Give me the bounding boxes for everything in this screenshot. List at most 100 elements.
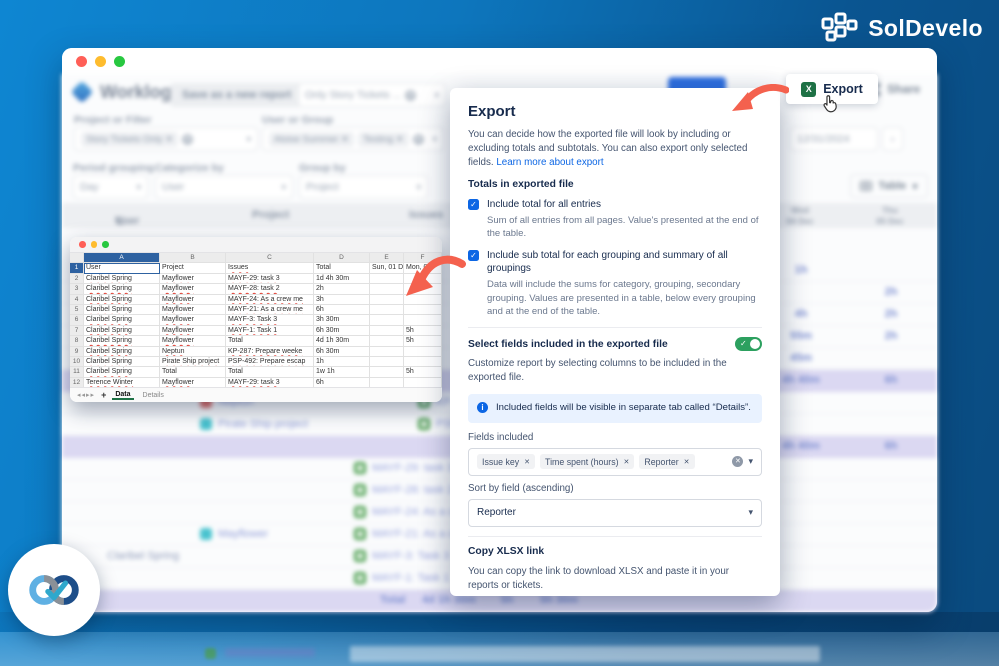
project-filter-select[interactable]: Story Tickets Only ✕ ✕ ▾: [74, 127, 258, 151]
spreadsheet-cell[interactable]: 8: [70, 336, 84, 346]
field-tag[interactable]: Reporter✕: [639, 454, 694, 469]
spreadsheet-cell[interactable]: 11: [70, 367, 84, 377]
sort-field-select[interactable]: Reporter ▾: [468, 499, 762, 527]
spreadsheet-cell[interactable]: Issues: [226, 263, 314, 273]
spreadsheet-cell[interactable]: Claribel Spring: [84, 336, 160, 346]
spreadsheet-cell[interactable]: 4d 1h 30m: [314, 336, 370, 346]
spreadsheet-cell[interactable]: User: [84, 263, 160, 273]
spreadsheet-cell[interactable]: 5: [70, 305, 84, 315]
clear-icon[interactable]: ✕: [405, 90, 416, 101]
minimize-button[interactable]: [91, 241, 98, 248]
zoom-button[interactable]: [102, 241, 109, 248]
spreadsheet-cell[interactable]: Total: [226, 336, 314, 346]
spreadsheet-cell[interactable]: MAYF-1: Task 1: [226, 326, 314, 336]
spreadsheet-cell[interactable]: [370, 295, 404, 305]
include-total-checkbox[interactable]: [468, 199, 479, 210]
field-tag[interactable]: Time spent (hours)✕: [540, 454, 634, 469]
field-tag[interactable]: Issue key✕: [477, 454, 535, 469]
spreadsheet-cell[interactable]: 3: [70, 284, 84, 294]
spreadsheet-cell[interactable]: Total: [226, 367, 314, 377]
spreadsheet-cell[interactable]: MAYF-24: As a crew me: [226, 295, 314, 305]
spreadsheet-cell[interactable]: MAYF-29: task 3: [226, 274, 314, 284]
spreadsheet-cell[interactable]: [370, 284, 404, 294]
fields-included-select[interactable]: Issue key✕ Time spent (hours)✕ Reporter✕ ✕…: [468, 448, 762, 476]
spreadsheet-cell[interactable]: 1: [70, 263, 84, 273]
spreadsheet-cell[interactable]: Claribel Spring: [84, 284, 160, 294]
sheet-tab-details[interactable]: Details: [140, 392, 167, 399]
spreadsheet-cell[interactable]: 3h 30m: [314, 315, 370, 325]
spreadsheet-cell[interactable]: MAYF-28: task 2: [226, 284, 314, 294]
report-dropdown[interactable]: Only Story Tickets ... ✕ ▾: [298, 83, 446, 107]
spreadsheet-cell[interactable]: [370, 347, 404, 357]
spreadsheet-cell[interactable]: [70, 253, 84, 263]
spreadsheet-cell[interactable]: 6h 30m: [314, 347, 370, 357]
spreadsheet-cell[interactable]: A: [84, 253, 160, 263]
period-grouping-select[interactable]: Day▾: [73, 175, 148, 199]
categorize-by-select[interactable]: User▾: [155, 175, 293, 199]
save-as-new-report-button[interactable]: Save as a new report: [170, 83, 303, 107]
spreadsheet-cell[interactable]: 3h: [314, 295, 370, 305]
spreadsheet-cell[interactable]: 1w 1h: [314, 367, 370, 377]
spreadsheet-cell[interactable]: Project: [160, 263, 226, 273]
spreadsheet-cell[interactable]: [370, 274, 404, 284]
spreadsheet-cell[interactable]: 4: [70, 295, 84, 305]
view-table-select[interactable]: Table ▾: [850, 174, 928, 198]
spreadsheet-cell[interactable]: Total: [160, 367, 226, 377]
spreadsheet-cell[interactable]: 2: [70, 274, 84, 284]
spreadsheet-cell[interactable]: C: [226, 253, 314, 263]
close-button[interactable]: [76, 56, 87, 67]
zoom-button[interactable]: [114, 56, 125, 67]
spreadsheet-cell[interactable]: B: [160, 253, 226, 263]
spreadsheet-cell[interactable]: 7: [70, 326, 84, 336]
include-subtotal-checkbox[interactable]: [468, 250, 479, 261]
spreadsheet-cell[interactable]: [370, 357, 404, 367]
spreadsheet-cell[interactable]: Mayflower: [160, 305, 226, 315]
spreadsheet-cell[interactable]: Claribel Spring: [84, 315, 160, 325]
spreadsheet-cell[interactable]: Claribel Spring: [84, 305, 160, 315]
filter-tag[interactable]: Aloise Summer ✕: [269, 132, 354, 147]
spreadsheet-cell[interactable]: Mayflower: [160, 284, 226, 294]
sheet-nav-arrows[interactable]: ◂◂▸▸: [77, 391, 95, 399]
spreadsheet-cell[interactable]: [370, 305, 404, 315]
spreadsheet-cell[interactable]: Claribel Spring: [84, 274, 160, 284]
spreadsheet-cell[interactable]: [370, 315, 404, 325]
spreadsheet-cell[interactable]: PSP-492: Prepare escap: [226, 357, 314, 367]
spreadsheet-cell[interactable]: Claribel Spring: [84, 326, 160, 336]
spreadsheet-cell[interactable]: 1h: [314, 357, 370, 367]
add-sheet-button[interactable]: +: [101, 390, 106, 400]
spreadsheet-cell[interactable]: 6: [70, 315, 84, 325]
sheet-tab-data[interactable]: Data: [112, 391, 133, 400]
spreadsheet-cell[interactable]: 10: [70, 357, 84, 367]
spreadsheet-cell[interactable]: Sun, 01 D: [370, 263, 404, 273]
spreadsheet-cell[interactable]: 9: [70, 347, 84, 357]
spreadsheet-cell[interactable]: 2h: [314, 284, 370, 294]
spreadsheet-cell[interactable]: Mayflower: [160, 326, 226, 336]
date-to-input[interactable]: 12/31/2024: [790, 127, 878, 151]
spreadsheet-cell[interactable]: MAYF-21: As a crew me: [226, 305, 314, 315]
spreadsheet-cell[interactable]: [370, 336, 404, 346]
clear-all-icon[interactable]: ✕: [732, 456, 743, 467]
spreadsheet-cell[interactable]: 6h: [314, 305, 370, 315]
spreadsheet-cell[interactable]: [370, 367, 404, 377]
spreadsheet-cell[interactable]: 1d 4h 30m: [314, 274, 370, 284]
filter-tag[interactable]: Testing ✕: [358, 132, 409, 147]
spreadsheet-cell[interactable]: MAYF-3: Task 3: [226, 315, 314, 325]
day-header-thu[interactable]: Thu05 Dec: [860, 205, 920, 226]
spreadsheet-cell[interactable]: [370, 326, 404, 336]
spreadsheet-cell[interactable]: Claribel Spring: [84, 295, 160, 305]
spreadsheet-cell[interactable]: Claribel Spring: [84, 367, 160, 377]
minimize-button[interactable]: [95, 56, 106, 67]
spreadsheet-cell[interactable]: [404, 315, 442, 325]
spreadsheet-cell[interactable]: [404, 357, 442, 367]
spreadsheet-cell[interactable]: E: [370, 253, 404, 263]
spreadsheet-cell[interactable]: Pirate Ship project: [160, 357, 226, 367]
spreadsheet-cell[interactable]: D: [314, 253, 370, 263]
group-by-select[interactable]: Project▾: [299, 175, 428, 199]
spreadsheet-cell[interactable]: Claribel Spring: [84, 347, 160, 357]
spreadsheet-cell[interactable]: KP-287: Prepare weeke: [226, 347, 314, 357]
spreadsheet-cell[interactable]: 6h 30m: [314, 326, 370, 336]
spreadsheet-cell[interactable]: Claribel Spring: [84, 357, 160, 367]
spreadsheet-cell[interactable]: Neptun: [160, 347, 226, 357]
spreadsheet-cell[interactable]: [404, 347, 442, 357]
spreadsheet-cell[interactable]: Mayflower: [160, 336, 226, 346]
